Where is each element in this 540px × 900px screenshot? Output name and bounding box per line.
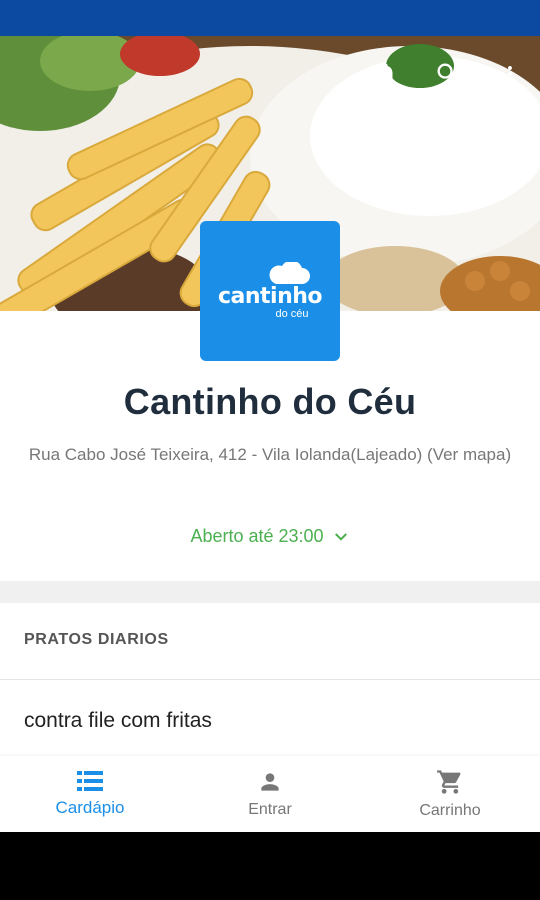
more-vert-icon[interactable] [494, 58, 526, 90]
logo-wordmark: cantinho [217, 284, 323, 309]
app-bar-actions [370, 58, 526, 90]
nav-item-carrinho[interactable]: Carrinho [360, 756, 540, 832]
menu-list-icon [77, 771, 103, 791]
restaurant-address[interactable]: Rua Cabo José Teixeira, 412 - Vila Iolan… [24, 442, 516, 467]
opening-hours-toggle[interactable]: Aberto até 23:00 [0, 526, 540, 547]
nav-item-entrar[interactable]: Entrar [180, 756, 360, 832]
section-title: PRATOS DIARIOS [24, 631, 169, 648]
cart-icon [437, 770, 461, 794]
restaurant-name: Cantinho do Céu [123, 381, 417, 422]
search-icon[interactable] [432, 58, 464, 90]
chevron-down-icon [334, 532, 347, 541]
nav-label: Cardápio [55, 798, 125, 817]
logo-subtitle: do céu [275, 308, 309, 320]
divider [0, 679, 540, 680]
bottom-navigation: Cardápio Entrar Carrinho [0, 756, 540, 832]
menu-item[interactable]: contra file com fritas [24, 709, 212, 733]
nav-label: Carrinho [419, 802, 481, 819]
nav-item-cardapio[interactable]: Cardápio [0, 756, 180, 832]
nav-label: Entrar [248, 801, 292, 818]
restaurant-logo: cantinho do céu [200, 221, 340, 361]
person-icon [261, 773, 279, 791]
status-bar [0, 0, 540, 36]
open-status-text: Aberto até 23:00 [190, 526, 324, 546]
app-screen: cantinho do céu Cantinho do Céu Rua Cabo… [0, 36, 540, 832]
cloud-icon [266, 260, 314, 284]
bell-icon[interactable] [370, 58, 402, 90]
